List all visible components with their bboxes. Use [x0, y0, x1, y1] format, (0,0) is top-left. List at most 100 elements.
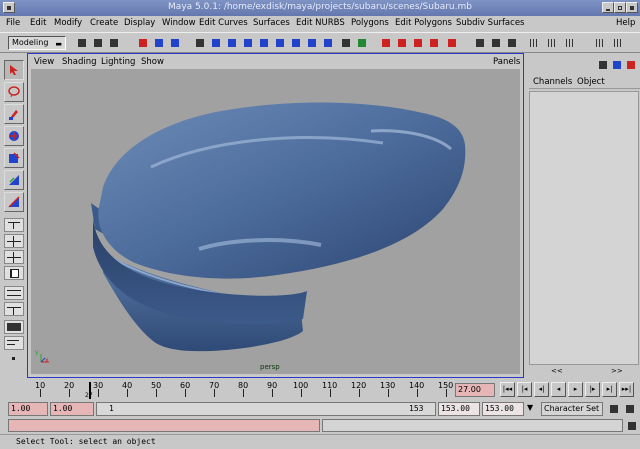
- layout-script-editor-icon[interactable]: [4, 336, 24, 350]
- menu-display[interactable]: Display: [124, 18, 155, 28]
- close-button[interactable]: [626, 2, 638, 13]
- channel-box-list[interactable]: [529, 91, 639, 365]
- step-forward-button[interactable]: ▸|: [602, 382, 617, 397]
- menu-polygons[interactable]: Polygons: [351, 18, 389, 28]
- layout-single-pane-icon[interactable]: [4, 218, 24, 232]
- tick-label: 70: [209, 381, 220, 390]
- new-scene-icon[interactable]: [76, 37, 88, 49]
- ipr-render-icon[interactable]: [340, 37, 352, 49]
- minimize-button[interactable]: [602, 2, 614, 13]
- go-to-start-button[interactable]: |◂◂: [500, 382, 515, 397]
- channel-box-layer-icon[interactable]: [597, 59, 609, 71]
- play-backward-button[interactable]: ◂: [551, 382, 566, 397]
- step-back-key-button[interactable]: ◂|: [534, 382, 549, 397]
- channels-menu[interactable]: Channels: [533, 77, 572, 87]
- maximize-button[interactable]: [614, 2, 626, 13]
- play-forward-button[interactable]: ▸: [568, 382, 583, 397]
- snap-plane-icon[interactable]: [258, 37, 270, 49]
- auto-key-icon[interactable]: [608, 403, 620, 415]
- snap-grid-icon[interactable]: [210, 37, 222, 49]
- xray-icon[interactable]: [506, 37, 518, 49]
- render-icon[interactable]: [306, 37, 318, 49]
- step-forward-key-button[interactable]: |▸: [585, 382, 600, 397]
- command-input[interactable]: [8, 419, 320, 432]
- menu-edit-nurbs[interactable]: Edit NURBS: [296, 18, 345, 28]
- layout-four-pane-icon[interactable]: [4, 234, 24, 248]
- car-hood-model[interactable]: [31, 69, 520, 374]
- select-hierarchy-icon[interactable]: [137, 37, 149, 49]
- outliner-icon[interactable]: [396, 37, 408, 49]
- output-ops-icon[interactable]: [490, 37, 502, 49]
- snap-curve-icon[interactable]: [226, 37, 238, 49]
- start-time-field[interactable]: 1.00: [8, 402, 48, 416]
- menu-edit-curves[interactable]: Edit Curves: [199, 18, 248, 28]
- panel-menu-lighting[interactable]: Lighting: [101, 57, 135, 67]
- select-tool-button[interactable]: [4, 60, 24, 80]
- save-scene-icon[interactable]: [108, 37, 120, 49]
- help-icon[interactable]: [322, 37, 334, 49]
- range-bar[interactable]: 1 153: [96, 402, 436, 416]
- make-live-icon[interactable]: [274, 37, 286, 49]
- attribute-editor-icon[interactable]: [428, 37, 440, 49]
- panel-menu-view[interactable]: View: [34, 57, 54, 67]
- layout-render-view-icon[interactable]: [4, 320, 24, 334]
- character-set-menu[interactable]: Character Set: [541, 402, 603, 416]
- tool-settings-icon[interactable]: [446, 37, 458, 49]
- input-ops-icon[interactable]: [474, 37, 486, 49]
- end-time-field[interactable]: 153.00: [482, 402, 524, 416]
- layout-hypergraph-pane-icon[interactable]: [4, 302, 24, 316]
- history-icon[interactable]: [290, 37, 302, 49]
- menu-subdiv-surfaces[interactable]: Subdiv Surfaces: [456, 18, 524, 28]
- rotate-tool-button[interactable]: [4, 148, 24, 168]
- panel-menu-show[interactable]: Show: [141, 57, 164, 67]
- menu-edit-polygons[interactable]: Edit Polygons: [395, 18, 452, 28]
- layout-hypershade-icon[interactable]: [612, 37, 624, 49]
- animation-prefs-icon[interactable]: [624, 403, 636, 415]
- scroll-right-button[interactable]: >>: [611, 367, 623, 375]
- step-back-button[interactable]: |◂: [517, 382, 532, 397]
- layout-persp-graph-pane-icon[interactable]: [4, 266, 24, 280]
- current-frame-field[interactable]: 27.00: [455, 383, 495, 397]
- menu-modify[interactable]: Modify: [54, 18, 82, 28]
- paint-select-tool-button[interactable]: [4, 104, 24, 124]
- layout-four-icon[interactable]: [546, 37, 558, 49]
- panel-menu-shading[interactable]: Shading: [62, 57, 97, 67]
- layout-single-icon[interactable]: [528, 37, 540, 49]
- time-ruler[interactable]: 10 20 30 40 50 60 70 80 90 100 110 120 1…: [8, 379, 453, 401]
- menu-window[interactable]: Window: [162, 18, 196, 28]
- move-tool-button[interactable]: [4, 126, 24, 146]
- go-to-end-button[interactable]: ▸▸|: [619, 382, 634, 397]
- layout-persp-graph-icon[interactable]: [594, 37, 606, 49]
- panel-menu-panels[interactable]: Panels: [493, 57, 520, 67]
- toolbox-collapse-icon[interactable]: [4, 354, 24, 364]
- layout-persp-outliner-icon[interactable]: [564, 37, 576, 49]
- playback-end-field[interactable]: 153.00: [438, 402, 480, 416]
- hypershade-icon[interactable]: [380, 37, 392, 49]
- graph-editor-icon[interactable]: [412, 37, 424, 49]
- select-object-icon[interactable]: [153, 37, 165, 49]
- layout-outliner-pane-icon[interactable]: [4, 286, 24, 300]
- select-component-icon[interactable]: [169, 37, 181, 49]
- scroll-left-button[interactable]: <<: [551, 367, 563, 375]
- open-scene-icon[interactable]: [92, 37, 104, 49]
- menu-edit[interactable]: Edit: [30, 18, 46, 28]
- menu-set-dropdown[interactable]: Modeling ▬: [8, 36, 66, 50]
- playback-start-field[interactable]: 1.00: [50, 402, 94, 416]
- menu-create[interactable]: Create: [90, 18, 118, 28]
- menu-surfaces[interactable]: Surfaces: [253, 18, 290, 28]
- scale-tool-button[interactable]: [4, 170, 24, 190]
- snap-point-icon[interactable]: [242, 37, 254, 49]
- lasso-tool-button[interactable]: [4, 82, 24, 102]
- script-editor-icon[interactable]: [626, 420, 638, 432]
- object-menu[interactable]: Object: [577, 77, 605, 87]
- menu-help[interactable]: Help: [616, 18, 635, 28]
- lock-selection-icon[interactable]: [194, 37, 206, 49]
- manipulator-tool-button[interactable]: [4, 192, 24, 212]
- character-set-arrow-icon[interactable]: ▼: [527, 403, 539, 415]
- tool-settings-toggle-icon[interactable]: [625, 59, 637, 71]
- viewport-3d[interactable]: x y persp: [31, 69, 520, 374]
- attribute-editor-toggle-icon[interactable]: [611, 59, 623, 71]
- menu-file[interactable]: File: [6, 18, 20, 28]
- render-globals-icon[interactable]: [356, 37, 368, 49]
- layout-two-pane-icon[interactable]: [4, 250, 24, 264]
